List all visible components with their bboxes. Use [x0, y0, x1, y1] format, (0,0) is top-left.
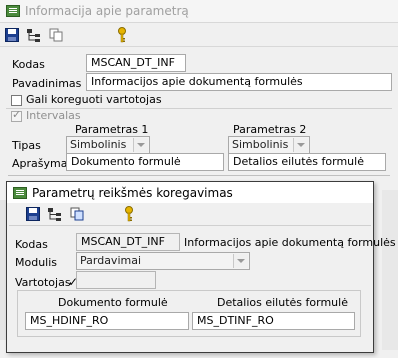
pavadinimas-label: Pavadinimas	[12, 77, 82, 90]
dialog-title: Parametrų reikšmės koregavimas	[32, 185, 233, 200]
dialog-kodas-field[interactable]: MSCAN_DT_INF	[76, 233, 180, 251]
key-icon[interactable]	[121, 206, 137, 222]
gali-koreguoti-checkbox[interactable]	[11, 95, 22, 106]
dialog-modulis-label: Modulis	[15, 256, 58, 269]
window-icon	[6, 5, 20, 17]
intervalas-checkbox[interactable]	[11, 108, 22, 122]
tree-icon[interactable]	[26, 27, 42, 43]
aprasymas2-field[interactable]: Detalios eilutės formulė	[228, 153, 386, 171]
tipas2-value: Simbolinis	[232, 138, 289, 151]
dialog-formula2-field[interactable]: MS_DTINF_RO	[192, 312, 355, 330]
kodas-field[interactable]: MSCAN_DT_INF	[86, 54, 186, 72]
title-divider	[0, 22, 398, 23]
grid-top-line	[8, 175, 390, 176]
intervalas-label: Intervalas	[26, 109, 81, 122]
save-icon[interactable]	[4, 27, 20, 43]
main-toolbar	[4, 26, 130, 44]
dialog-toolbar	[25, 205, 137, 223]
kodas-label: Kodas	[12, 58, 45, 71]
toolbar-divider	[0, 46, 398, 47]
dialog-kodas-label: Kodas	[15, 238, 48, 251]
dialog-modulis-combo[interactable]: Pardavimai	[76, 252, 250, 270]
copy-icon[interactable]	[69, 206, 85, 222]
gali-koreguoti-label: Gali koreguoti vartotojas	[26, 93, 162, 106]
dialog-toolbar-divider	[9, 225, 371, 226]
chevron-down-icon	[133, 138, 148, 152]
tipas2-combo[interactable]: Simbolinis	[228, 136, 310, 154]
window-icon	[13, 186, 27, 199]
chevron-down-icon	[233, 254, 248, 268]
dialog-titlebar: Parametrų reikšmės koregavimas	[7, 182, 373, 203]
chevron-down-icon	[293, 138, 308, 152]
key-icon[interactable]	[114, 27, 130, 43]
dialog-vartotojas-field	[76, 271, 156, 289]
right-strip	[382, 190, 398, 350]
tipas1-combo[interactable]: Simbolinis	[66, 136, 150, 154]
dialog-formula1-field[interactable]: MS_HDINF_RO	[25, 312, 189, 330]
aprasymas1-field[interactable]: Dokumento formulė	[66, 153, 224, 171]
tipas-label: Tipas	[12, 139, 41, 152]
dialog-vartotojas-label: Vartotojas	[15, 276, 71, 289]
tree-icon[interactable]	[47, 206, 63, 222]
tipas1-value: Simbolinis	[70, 138, 127, 151]
save-icon[interactable]	[25, 206, 41, 222]
dialog-kodas-desc: Informacijos apie dokumentą formulės	[184, 236, 396, 249]
dialog-modulis-value: Pardavimai	[80, 254, 142, 267]
param2-header: Parametras 2	[233, 123, 307, 136]
dialog-col2-header: Detalios eilutės formulė	[217, 296, 348, 309]
copy-icon[interactable]	[48, 27, 64, 43]
aprasymas-label: Aprašymas	[12, 157, 74, 170]
main-window-title: Informacija apie parametrą	[25, 4, 189, 18]
edit-dialog: Parametrų reikšmės koregavimas Kodas MSC…	[6, 181, 396, 353]
param1-header: Parametras 1	[75, 123, 149, 136]
dialog-col1-header: Dokumento formulė	[58, 296, 168, 309]
main-titlebar: Informacija apie parametrą	[0, 0, 398, 22]
pavadinimas-field[interactable]: Informacijos apie dokumentą formulės	[86, 73, 392, 91]
